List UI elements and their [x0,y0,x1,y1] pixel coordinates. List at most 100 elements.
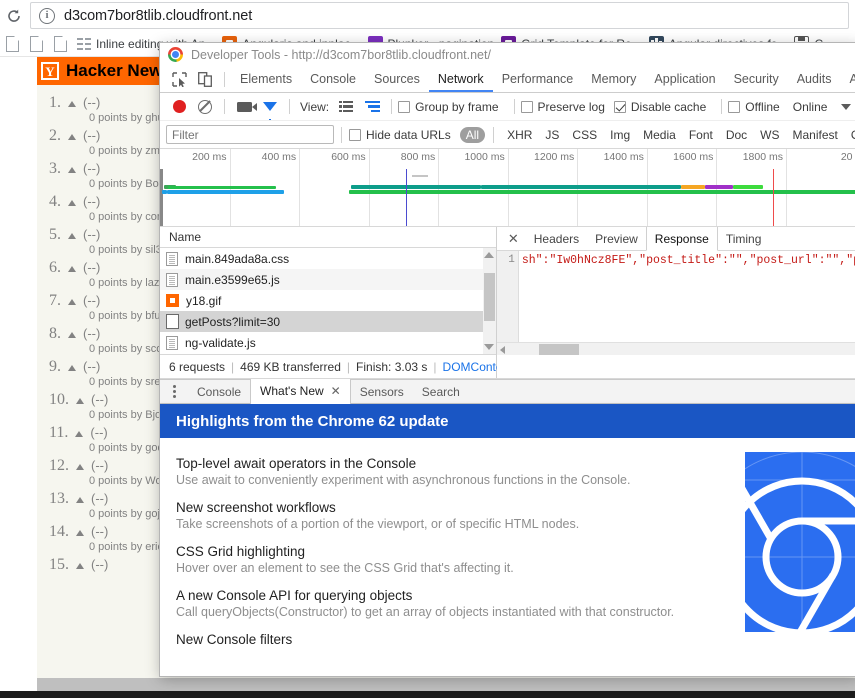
detail-tab-headers[interactable]: Headers [526,228,587,250]
request-column-header[interactable]: Name [160,227,496,248]
drawer-tab-console[interactable]: Console [188,381,250,403]
reload-icon[interactable] [0,2,28,30]
tab-performance[interactable]: Performance [493,67,583,92]
upvote-arrow-icon[interactable] [76,530,84,536]
tab-audits[interactable]: Audits [788,67,841,92]
upvote-arrow-icon[interactable] [68,167,76,173]
filter-input[interactable] [166,125,334,144]
upvote-arrow-icon[interactable] [75,431,84,437]
detail-tab-response[interactable]: Response [645,227,718,251]
filter-type-xhr[interactable]: XHR [501,127,538,143]
checkbox-box[interactable] [613,100,626,113]
filter-type-ws[interactable]: WS [754,127,785,143]
tab-au[interactable]: Au [840,67,855,92]
tab-sources[interactable]: Sources [365,67,429,92]
close-icon[interactable]: ✕ [331,383,341,400]
scrollbar-thumb[interactable] [538,344,579,355]
tab-network[interactable]: Network [429,67,493,92]
clear-icon[interactable] [192,95,218,118]
more-options-icon[interactable] [166,385,182,398]
upvote-arrow-icon[interactable] [68,134,76,140]
hn-item-title[interactable]: (--) [91,392,108,407]
detail-tab-preview[interactable]: Preview [587,228,646,250]
checkbox-box[interactable] [728,100,741,113]
drawer-tab-sensors[interactable]: Sensors [351,381,413,403]
disable-cache-checkbox[interactable]: Disable cache [613,100,706,114]
tab-elements[interactable]: Elements [231,67,301,92]
filter-type-css[interactable]: CSS [566,127,603,143]
view-list-icon[interactable] [333,95,359,118]
tab-security[interactable]: Security [725,67,788,92]
filter-type-font[interactable]: Font [683,127,719,143]
upvote-arrow-icon[interactable] [76,398,84,404]
hn-item-title[interactable]: (--) [83,359,100,374]
upvote-arrow-icon[interactable] [68,200,76,206]
hn-item-title[interactable]: (--) [90,425,107,440]
hn-item-title[interactable]: (--) [83,161,100,176]
drawer-tab-what-s-new[interactable]: What's New ✕ [250,379,351,404]
drawer-tab-search[interactable]: Search [413,381,469,403]
hn-item-title[interactable]: (--) [83,128,100,143]
tab-memory[interactable]: Memory [582,67,645,92]
address-bar[interactable]: i d3com7bor8tlib.cloudfront.net [30,2,849,29]
hn-item-title[interactable]: (--) [91,491,108,506]
upvote-arrow-icon[interactable] [76,497,84,503]
hn-item-title[interactable]: (--) [91,557,108,572]
table-row[interactable]: y18.gif [160,290,496,311]
hn-item-title[interactable]: (--) [83,95,100,110]
hn-item-title[interactable]: (--) [83,194,100,209]
network-overview-timeline[interactable]: 200 ms 400 ms 600 ms 800 ms 1000 ms 1200 ms 14… [160,149,855,227]
bookmark-item[interactable] [50,35,67,52]
filter-type-manifest[interactable]: Manifest [787,127,844,143]
scroll-down-icon[interactable] [483,344,494,350]
response-horizontal-scrollbar[interactable] [496,342,855,355]
chevron-down-icon[interactable] [841,103,852,110]
hn-item-title[interactable]: (--) [83,326,100,341]
record-button[interactable] [166,95,192,118]
table-row[interactable]: getPosts?limit=30 [160,311,496,332]
response-body-view[interactable]: 1 sh":"Iw0hNcz8FE","post_title":"","post… [496,251,855,355]
tab-application[interactable]: Application [645,67,724,92]
offline-checkbox[interactable]: Offline [728,100,780,114]
detail-tab-timing[interactable]: Timing [718,228,770,250]
filter-type-all[interactable]: All [459,126,486,143]
scroll-up-icon[interactable] [483,252,494,258]
request-list-scrollbar[interactable] [482,248,496,354]
whats-new-item-title[interactable]: New Console filters [176,632,855,647]
upvote-arrow-icon[interactable] [68,233,76,239]
upvote-arrow-icon[interactable] [68,332,76,338]
upvote-arrow-icon[interactable] [68,299,76,305]
filter-type-doc[interactable]: Doc [720,127,753,143]
hn-item-title[interactable]: (--) [83,293,100,308]
filter-type-js[interactable]: JS [539,127,565,143]
hn-item-title[interactable]: (--) [91,524,108,539]
upvote-arrow-icon[interactable] [76,464,84,470]
checkbox-box[interactable] [520,100,533,113]
table-row[interactable]: main.849ada8a.css [160,248,496,269]
table-row[interactable]: main.e3599e65.js [160,269,496,290]
hide-data-urls-checkbox[interactable]: Hide data URLs [349,128,451,142]
scroll-left-icon[interactable] [499,346,505,354]
devtools-titlebar[interactable]: Developer Tools - http://d3com7bor8tlib.… [160,43,855,66]
filter-icon[interactable] [257,95,283,120]
throttling-select[interactable]: Online [793,100,828,114]
overview-drag-handle[interactable] [160,169,163,226]
upvote-arrow-icon[interactable] [76,563,84,569]
hn-item-title[interactable]: (--) [91,458,108,473]
view-waterfall-icon[interactable] [359,95,385,118]
site-info-icon[interactable]: i [39,7,55,24]
hn-item-title[interactable]: (--) [83,227,100,242]
checkbox-box[interactable] [398,100,411,113]
filter-type-img[interactable]: Img [604,127,636,143]
tab-console[interactable]: Console [301,67,365,92]
bookmark-item[interactable] [2,35,19,52]
hn-logo[interactable]: Y [41,62,59,80]
hn-item-title[interactable]: (--) [83,260,100,275]
filter-type-media[interactable]: Media [637,127,682,143]
filter-type-other[interactable]: Other [845,127,855,143]
toggle-device-toolbar-icon[interactable] [192,68,218,91]
inspect-element-icon[interactable] [166,68,192,91]
upvote-arrow-icon[interactable] [68,101,76,107]
preserve-log-checkbox[interactable]: Preserve log [520,100,605,114]
bookmark-item[interactable] [26,35,43,52]
